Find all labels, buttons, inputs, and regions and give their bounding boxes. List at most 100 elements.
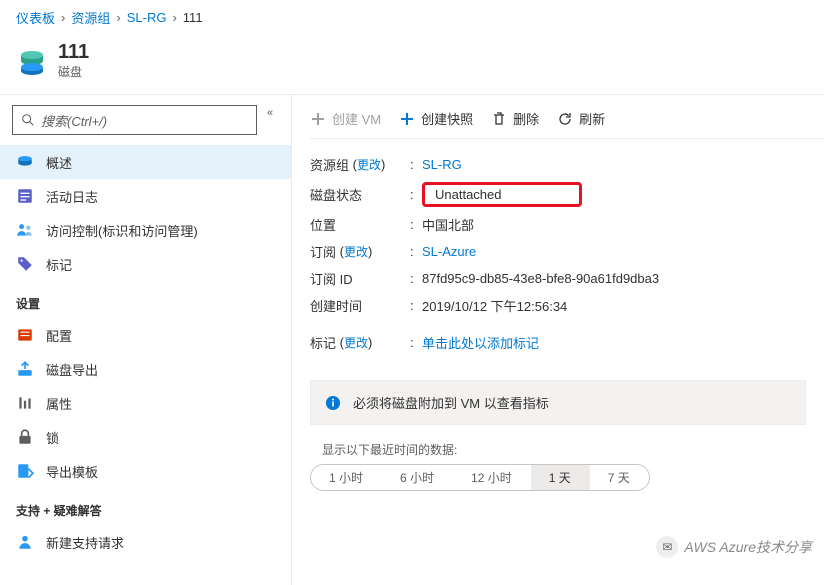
- pill-1h[interactable]: 1 小时: [311, 465, 382, 490]
- refresh-button[interactable]: 刷新: [557, 109, 605, 128]
- config-icon: [16, 326, 34, 344]
- create-vm-button[interactable]: 创建 VM: [310, 109, 381, 128]
- prop-label: 位置: [310, 215, 410, 234]
- crumb-current: 111: [183, 10, 203, 25]
- chevron-right-icon: ›: [116, 10, 120, 25]
- crumb-slrg[interactable]: SL-RG: [127, 10, 167, 25]
- refresh-icon: [557, 111, 573, 127]
- nav-label: 标记: [46, 255, 72, 274]
- nav-activity-log[interactable]: 活动日志: [0, 179, 291, 213]
- disk-resource-icon: [16, 45, 48, 77]
- nav-label: 访问控制(标识和访问管理): [46, 221, 198, 240]
- search-placeholder: 搜索(Ctrl+/): [41, 111, 107, 130]
- activity-log-icon: [16, 187, 34, 205]
- nav-label: 导出模板: [46, 462, 98, 481]
- create-snapshot-button[interactable]: 创建快照: [399, 109, 473, 128]
- chevron-right-icon: ›: [172, 10, 176, 25]
- tag-icon: [16, 255, 34, 273]
- subscription-id-value: 87fd95c9-db85-43e8-bfe8-90a61fd9dba3: [422, 271, 824, 286]
- tool-label: 删除: [513, 109, 539, 128]
- search-icon: [21, 113, 35, 127]
- sidebar: 搜索(Ctrl+/) « 概述 活动日志 访问控制(标识和访问管理) 标记 设置…: [0, 95, 292, 585]
- collapse-sidebar-icon[interactable]: «: [261, 105, 279, 119]
- toolbar: 创建 VM 创建快照 删除 刷新: [310, 109, 824, 138]
- pill-7d[interactable]: 7 天: [590, 465, 649, 490]
- location-value: 中国北部: [422, 215, 824, 234]
- pill-6h[interactable]: 6 小时: [382, 465, 453, 490]
- row-resource-group: 资源组 (更改) : SL-RG: [310, 151, 824, 178]
- nav-locks[interactable]: 锁: [0, 420, 291, 454]
- resource-group-link[interactable]: SL-RG: [422, 157, 462, 172]
- row-created: 创建时间 : 2019/10/12 下午12:56:34: [310, 292, 824, 319]
- export-template-icon: [16, 462, 34, 480]
- nav-section-settings: 设置: [0, 281, 291, 318]
- main-content: 创建 VM 创建快照 删除 刷新 资源组 (更改) : SL-RG 磁盘状态 :: [292, 95, 824, 585]
- access-control-icon: [16, 221, 34, 239]
- nav-label: 新建支持请求: [46, 533, 124, 552]
- nav-label: 磁盘导出: [46, 360, 98, 379]
- prop-label: 标记: [310, 333, 336, 352]
- info-banner: 必须将磁盘附加到 VM 以查看指标: [310, 380, 806, 425]
- page-header: 111 磁盘: [0, 35, 824, 95]
- watermark: ✉ AWS Azure技术分享: [656, 536, 812, 558]
- plus-icon: [399, 111, 415, 127]
- row-tags: 标记 (更改) : 单击此处以添加标记: [310, 329, 824, 356]
- change-resource-group-link[interactable]: 更改: [357, 156, 381, 173]
- subscription-link[interactable]: SL-Azure: [422, 244, 476, 259]
- pill-1d[interactable]: 1 天: [531, 465, 590, 490]
- change-tags-link[interactable]: 更改: [344, 334, 368, 351]
- disk-icon: [16, 153, 34, 171]
- row-disk-status: 磁盘状态 : Unattached: [310, 178, 824, 211]
- disk-status-value: Unattached: [422, 182, 582, 207]
- breadcrumb: 仪表板 › 资源组 › SL-RG › 111: [0, 0, 824, 35]
- info-icon: [325, 395, 341, 411]
- watermark-text: AWS Azure技术分享: [684, 537, 812, 557]
- nav-export-template[interactable]: 导出模板: [0, 454, 291, 488]
- crumb-dashboard[interactable]: 仪表板: [16, 8, 55, 27]
- delete-button[interactable]: 删除: [491, 109, 539, 128]
- prop-label: 资源组: [310, 155, 349, 174]
- nav-label: 配置: [46, 326, 72, 345]
- row-location: 位置 : 中国北部: [310, 211, 824, 238]
- lock-icon: [16, 428, 34, 446]
- properties-icon: [16, 394, 34, 412]
- created-value: 2019/10/12 下午12:56:34: [422, 296, 824, 315]
- change-subscription-link[interactable]: 更改: [344, 243, 368, 260]
- row-subscription-id: 订阅 ID : 87fd95c9-db85-43e8-bfe8-90a61fd9…: [310, 265, 824, 292]
- nav-disk-export[interactable]: 磁盘导出: [0, 352, 291, 386]
- nav-label: 活动日志: [46, 187, 98, 206]
- nav-label: 属性: [46, 394, 72, 413]
- metrics-area: 显示以下最近时间的数据: 1 小时 6 小时 12 小时 1 天 7 天: [310, 441, 806, 491]
- info-text: 必须将磁盘附加到 VM 以查看指标: [353, 393, 549, 412]
- time-range-label: 显示以下最近时间的数据:: [322, 441, 806, 458]
- nav-properties[interactable]: 属性: [0, 386, 291, 420]
- tool-label: 刷新: [579, 109, 605, 128]
- nav-label: 概述: [46, 153, 72, 172]
- nav-access-control[interactable]: 访问控制(标识和访问管理): [0, 213, 291, 247]
- nav-label: 锁: [46, 428, 59, 447]
- prop-label: 订阅 ID: [310, 269, 410, 288]
- plus-icon: [310, 111, 326, 127]
- nav-overview[interactable]: 概述: [0, 145, 291, 179]
- nav-tags[interactable]: 标记: [0, 247, 291, 281]
- nav-config[interactable]: 配置: [0, 318, 291, 352]
- pill-12h[interactable]: 12 小时: [453, 465, 531, 490]
- divider: [310, 138, 824, 139]
- crumb-resource-groups[interactable]: 资源组: [71, 8, 110, 27]
- prop-label: 磁盘状态: [310, 185, 410, 204]
- page-subtitle: 磁盘: [58, 63, 89, 80]
- tool-label: 创建 VM: [332, 109, 381, 128]
- nav-new-support[interactable]: 新建支持请求: [0, 525, 291, 559]
- add-tags-link[interactable]: 单击此处以添加标记: [422, 336, 539, 351]
- prop-label: 订阅: [310, 242, 336, 261]
- search-input[interactable]: 搜索(Ctrl+/): [12, 105, 257, 135]
- row-subscription: 订阅 (更改) : SL-Azure: [310, 238, 824, 265]
- wechat-icon: ✉: [656, 536, 678, 558]
- time-range-pills: 1 小时 6 小时 12 小时 1 天 7 天: [310, 464, 650, 491]
- disk-export-icon: [16, 360, 34, 378]
- tool-label: 创建快照: [421, 109, 473, 128]
- trash-icon: [491, 111, 507, 127]
- page-title: 111: [58, 41, 89, 63]
- prop-label: 创建时间: [310, 296, 410, 315]
- chevron-right-icon: ›: [61, 10, 65, 25]
